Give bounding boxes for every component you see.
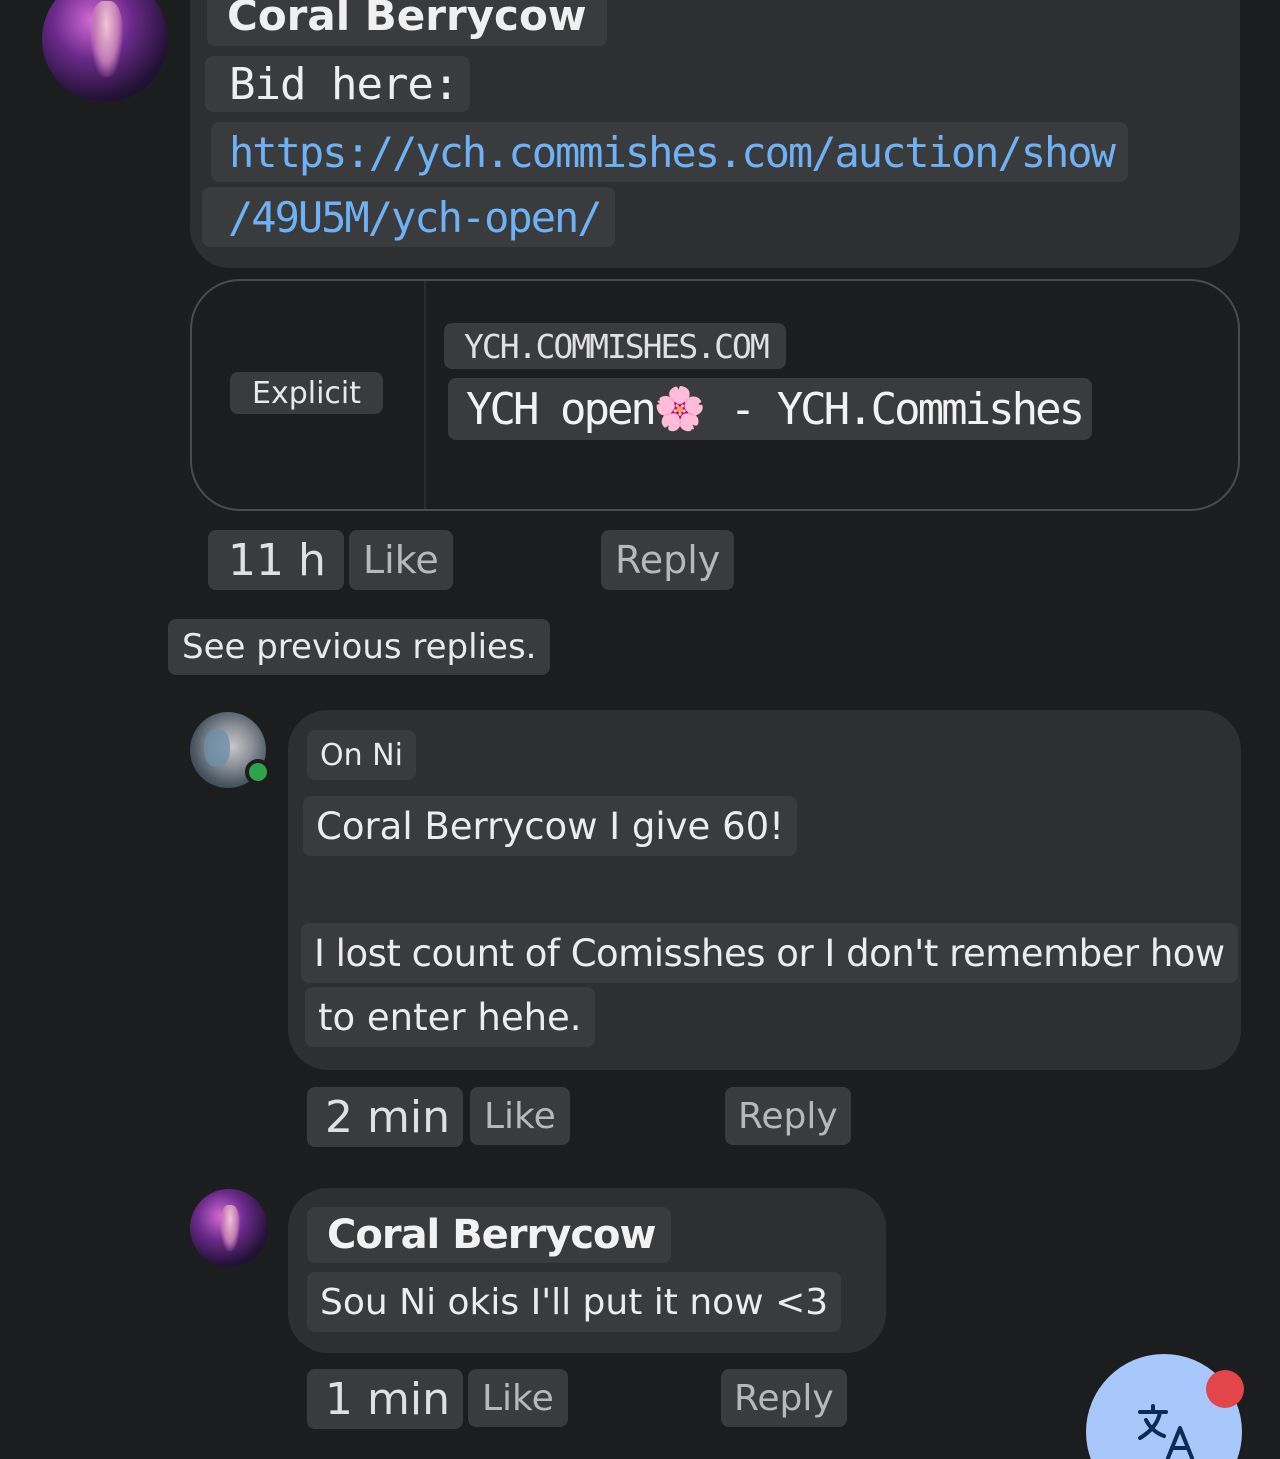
reply-timestamp: 1 min <box>307 1369 463 1429</box>
cherry-blossom-icon: 🌸 <box>653 384 707 433</box>
reply-author[interactable]: On Ni <box>307 730 416 780</box>
reply-text-line: I lost count of Comisshes or I don't rem… <box>301 923 1238 983</box>
explicit-badge: Explicit <box>230 372 384 414</box>
preview-title-text: - YCH.Commishes <box>706 383 1085 435</box>
comment-author[interactable]: Coral Berrycow <box>207 0 607 46</box>
reply-timestamp: 2 min <box>307 1087 463 1147</box>
online-status-dot <box>245 759 271 785</box>
reply-text-line: Sou Ni okis I'll put it now <3 <box>307 1272 842 1332</box>
comment-text-line: Bid here: <box>205 56 471 112</box>
comment-link-line[interactable]: https://ych.commishes.com/auction/show <box>211 122 1128 182</box>
preview-divider <box>424 281 426 509</box>
preview-title-text: YCH open <box>466 383 657 435</box>
translate-icon <box>1138 1404 1194 1459</box>
like-button[interactable]: Like <box>349 530 453 590</box>
reply-button[interactable]: Reply <box>725 1087 851 1145</box>
avatar-coral-berrycow[interactable] <box>42 0 168 102</box>
reply-author[interactable]: Coral Berrycow <box>307 1207 672 1263</box>
comment-timestamp: 11 h <box>208 530 344 590</box>
like-button[interactable]: Like <box>470 1087 570 1145</box>
reply-button[interactable]: Reply <box>601 530 735 590</box>
see-previous-replies-link[interactable]: See previous replies. <box>168 619 551 675</box>
preview-title[interactable]: YCH open 🌸 - YCH.Commishes <box>448 378 1093 440</box>
reply-text-line: Coral Berrycow I give 60! <box>303 796 797 856</box>
notification-badge <box>1206 1370 1244 1408</box>
reply-text-line: to enter hehe. <box>305 987 595 1047</box>
avatar-coral-berrycow[interactable] <box>190 1189 268 1267</box>
like-button[interactable]: Like <box>468 1369 568 1427</box>
preview-domain: YCH.COMMISHES.COM <box>444 323 786 369</box>
reply-button[interactable]: Reply <box>721 1369 847 1427</box>
comment-thread: Coral Berrycow Bid here: https://ych.com… <box>0 0 1280 1459</box>
comment-link-line[interactable]: /49U5M/ych-open/ <box>202 187 615 247</box>
